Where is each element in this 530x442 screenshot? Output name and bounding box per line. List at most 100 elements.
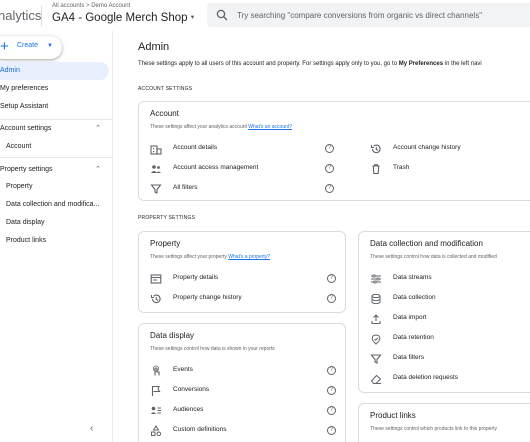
card-title: Product links [370,411,416,420]
header-divider [41,6,42,26]
chevron-up-icon[interactable]: ⌃ [95,124,101,132]
row-label: Account access management [173,164,259,171]
sidebar-divider [0,157,112,158]
whats-an-account-link[interactable]: What's an account? [248,124,292,130]
my-preferences-link[interactable]: My Preferences [399,61,443,67]
flag-icon [151,385,161,396]
account-settings-heading: ACCOUNT SETTINGS [138,86,193,92]
card-subtitle-text: These settings affect your property [150,254,227,260]
row-label: Custom definitions [173,426,227,433]
row-label: Account details [173,144,218,151]
property-details-row[interactable]: Property details ? [139,272,345,288]
product-name[interactable]: nalytics [0,8,41,23]
help-icon[interactable]: ? [325,184,334,193]
data-collection-card: Data collection and modification These s… [358,231,530,393]
search-input[interactable] [237,8,527,22]
data-collection-row[interactable]: Data collection [359,292,530,308]
data-streams-row[interactable]: Data streams [359,272,530,288]
card-subtitle: These settings control how data is colle… [370,254,497,260]
sidebar-item-my-preferences[interactable]: My preferences [0,85,48,92]
row-label: Property details [173,274,219,281]
row-label: Events [173,366,193,373]
page-description-suffix: in the left navi [443,61,482,67]
page-description-prefix: These settings apply to all users of thi… [138,61,399,67]
search-icon [216,9,228,21]
upload-icon [371,314,381,325]
sidebar-item-property[interactable]: Property [6,183,32,190]
row-label: Data deletion requests [393,374,459,381]
property-selector[interactable]: GA4 - Google Merch Shop ▼ [52,12,195,24]
plus-icon: + [0,38,9,55]
sidebar-item-account[interactable]: Account [6,143,31,150]
sidebar-item-product-links[interactable]: Product links [6,237,46,244]
row-label: Data retention [393,334,434,341]
eraser-icon [370,374,382,384]
product-links-card: Product links These settings control whi… [358,403,530,442]
sidebar-item-data-collection[interactable]: Data collection and modifica... [6,201,99,208]
create-button[interactable]: + Create ▼ [0,36,62,59]
data-retention-row[interactable]: Data retention [359,332,530,348]
help-icon[interactable]: ? [327,386,336,395]
filter-icon [370,354,382,364]
top-bar: nalytics All accounts > Demo Account GA4… [0,0,530,31]
row-label: Account change history [393,144,461,151]
card-subtitle: These settings affect your property What… [150,254,270,260]
data-filters-row[interactable]: Data filters [359,352,530,368]
row-label: Data filters [393,354,425,361]
help-icon[interactable]: ? [327,406,336,415]
events-row[interactable]: Events ? [139,364,345,380]
help-icon[interactable]: ? [325,144,334,153]
main-content: Admin These settings apply to all users … [114,31,530,442]
search-bar[interactable] [207,3,530,27]
shapes-icon [151,425,162,437]
all-filters-row[interactable]: All filters ? [139,182,530,198]
custom-definitions-row[interactable]: Custom definitions ? [139,424,345,440]
building-icon [150,145,162,155]
sidebar-section-property-settings[interactable]: Property settings [0,166,53,173]
data-display-card: Data display These settings control how … [138,323,346,442]
conversions-row[interactable]: Conversions ? [139,384,345,400]
whats-a-property-link[interactable]: What's a property? [228,254,270,260]
account-card: Account These settings affect your analy… [138,101,530,201]
card-subtitle: These settings affect your analytics acc… [150,124,292,130]
sidebar: + Create ▼ Admin My preferences Setup As… [0,31,113,442]
row-label: Trash [393,164,410,171]
help-icon[interactable]: ? [327,426,336,435]
sidebar-item-admin-label[interactable]: Admin [0,67,20,74]
sidebar-item-setup-assistant[interactable]: Setup Assistant [0,103,48,110]
caret-down-icon: ▼ [47,43,53,49]
help-icon[interactable]: ? [327,294,336,303]
filter-icon [150,184,162,194]
streams-icon [371,274,381,284]
row-label: Conversions [173,386,210,393]
data-deletion-requests-row[interactable]: Data deletion requests [359,372,530,388]
help-icon[interactable]: ? [325,164,334,173]
chevron-up-icon[interactable]: ⌃ [95,165,101,173]
card-title: Data collection and modification [370,239,483,248]
trash-row[interactable]: Trash [359,162,530,178]
sidebar-item-data-display[interactable]: Data display [6,219,45,226]
data-import-row[interactable]: Data import [359,312,530,328]
help-icon[interactable]: ? [327,274,336,283]
account-change-history-row[interactable]: Account change history [359,142,530,158]
property-details-icon [150,274,162,284]
property-change-history-row[interactable]: Property change history ? [139,292,345,308]
breadcrumb[interactable]: All accounts > Demo Account [52,3,130,9]
row-label: Audiences [173,406,204,413]
card-title: Data display [150,331,195,340]
page-title: Admin [138,41,170,53]
card-subtitle: These settings control which products li… [370,426,498,432]
property-card: Property These settings affect your prop… [138,231,346,313]
row-label: Data streams [393,274,432,281]
help-icon[interactable]: ? [327,366,336,375]
row-label: Data import [393,314,427,321]
card-subtitle: These settings control how data is shown… [150,346,275,352]
sidebar-section-account-settings[interactable]: Account settings [0,125,51,132]
retention-icon [371,334,381,345]
row-label: All filters [173,184,198,191]
audience-icon [150,406,161,414]
card-subtitle-text: These settings affect your analytics acc… [150,124,247,130]
people-icon [151,165,161,173]
collapse-sidebar-icon[interactable]: ‹ [90,423,93,434]
audiences-row[interactable]: Audiences ? [139,404,345,420]
